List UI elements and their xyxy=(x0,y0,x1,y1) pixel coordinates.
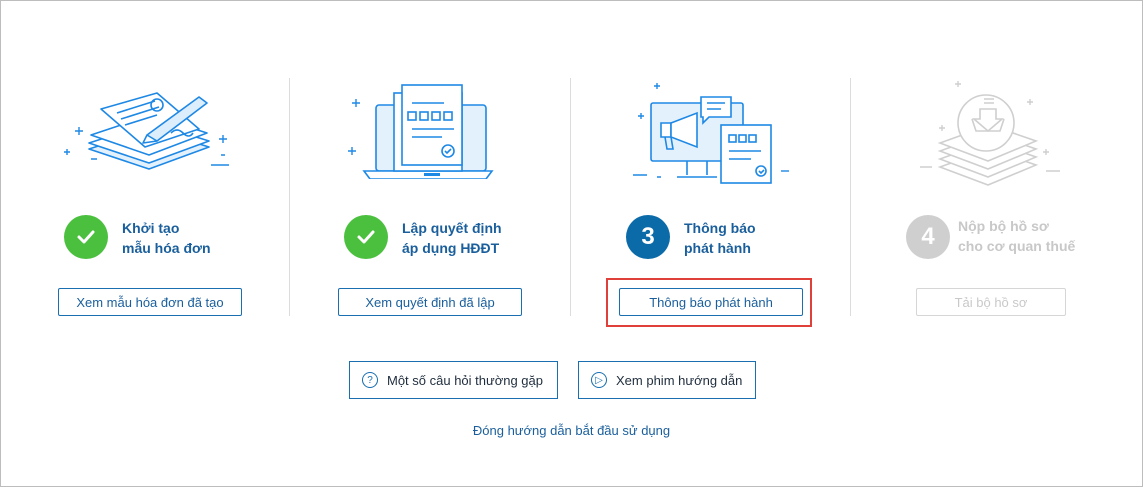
checkmark-icon xyxy=(357,230,375,244)
step-title-line: áp dụng HĐĐT xyxy=(402,240,500,256)
step-completed-badge xyxy=(64,215,108,259)
video-label: Xem phim hướng dẫn xyxy=(616,372,743,388)
document-pen-icon xyxy=(64,92,229,170)
step-divider xyxy=(289,78,290,316)
step-title-line: Thông báo xyxy=(684,220,756,236)
step-divider xyxy=(570,78,571,316)
step-title-line: Lập quyết định xyxy=(402,220,502,236)
step-divider xyxy=(850,78,851,316)
step-number-badge: 4 xyxy=(906,215,950,259)
onboarding-panel: Khởi tạo mẫu hóa đơn Xem mẫu hóa đơn đã … xyxy=(0,0,1143,487)
step-title: Lập quyết định áp dụng HĐĐT xyxy=(402,218,502,258)
step-completed-badge xyxy=(344,215,388,259)
checkmark-icon xyxy=(77,230,95,244)
faq-button[interactable]: ? Một số câu hỏi thường gặp xyxy=(349,361,558,399)
step-title: Khởi tạo mẫu hóa đơn xyxy=(122,218,211,258)
question-icon: ? xyxy=(362,372,378,388)
laptop-document-icon xyxy=(348,84,494,179)
step-title: Thông báo phát hành xyxy=(684,218,756,258)
monitor-megaphone-icon xyxy=(633,83,789,184)
step-number-badge: 3 xyxy=(626,215,670,259)
view-decision-button[interactable]: Xem quyết định đã lập xyxy=(338,288,522,316)
view-invoice-templates-button[interactable]: Xem mẫu hóa đơn đã tạo xyxy=(58,288,242,316)
step-title-line: Khởi tạo xyxy=(122,220,180,236)
play-icon: ▷ xyxy=(591,372,607,388)
step-title-line: phát hành xyxy=(684,240,751,256)
step-title-line: cho cơ quan thuế xyxy=(958,238,1076,254)
step-title-line: mẫu hóa đơn xyxy=(122,240,211,256)
stack-download-icon xyxy=(920,81,1060,186)
issue-notice-button[interactable]: Thông báo phát hành xyxy=(619,288,803,316)
close-guide-link[interactable]: Đóng hướng dẫn bắt đầu sử dụng xyxy=(1,423,1142,438)
watch-video-button[interactable]: ▷ Xem phim hướng dẫn xyxy=(578,361,756,399)
download-dossier-button: Tải bộ hồ sơ xyxy=(916,288,1066,316)
faq-label: Một số câu hỏi thường gặp xyxy=(387,372,543,388)
step-title: Nộp bộ hồ sơ cho cơ quan thuế xyxy=(958,216,1075,256)
step-title-line: Nộp bộ hồ sơ xyxy=(958,218,1049,234)
